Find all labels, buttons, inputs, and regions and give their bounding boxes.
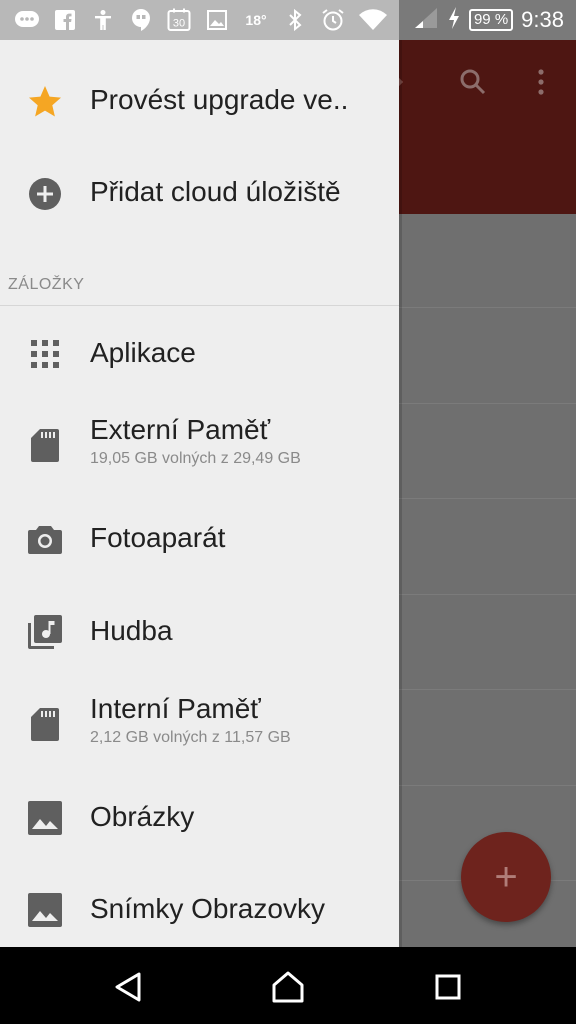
bookmark-label: Obrázky <box>90 801 195 832</box>
system-navigation-bar <box>0 947 576 1024</box>
recents-square-icon <box>435 974 461 1000</box>
bookmark-camera[interactable]: Fotoaparát <box>0 509 399 569</box>
music-library-icon <box>26 613 64 651</box>
add-cloud-storage-label: Přidat cloud úložiště <box>90 176 341 207</box>
bookmark-external-storage[interactable]: Externí Paměť 19,05 GB volných z 29,49 G… <box>0 406 399 486</box>
apps-grid-icon <box>26 335 64 373</box>
navigation-drawer: Provést upgrade ve.. Přidat cloud úložiš… <box>0 40 399 947</box>
bookmark-music[interactable]: Hudba <box>0 602 399 662</box>
list-divider <box>399 689 576 690</box>
bookmarks-section-title: ZÁLOŽKY <box>8 276 85 293</box>
background-app: + <box>391 40 576 947</box>
bluetooth-icon <box>282 7 308 33</box>
bookmark-label: Fotoaparát <box>90 522 226 553</box>
wifi-icon <box>358 7 388 33</box>
search-icon[interactable] <box>457 66 489 98</box>
bookmark-label: Externí Paměť <box>90 414 271 445</box>
image-icon <box>26 891 64 929</box>
messenger-icon <box>14 7 40 33</box>
calendar-icon: 30 <box>166 7 192 33</box>
sd-card-icon <box>26 426 64 464</box>
home-button[interactable] <box>268 967 308 1007</box>
add-cloud-storage-item[interactable]: Přidat cloud úložiště <box>0 164 399 224</box>
image-icon <box>204 7 230 33</box>
weather-icon: 18° <box>245 12 267 28</box>
list-divider <box>399 785 576 786</box>
bookmark-label: Snímky Obrazovky <box>90 893 325 924</box>
status-bar: 30 18° 99 % 9:38 <box>0 0 576 40</box>
add-fab-button[interactable]: + <box>461 832 551 922</box>
recents-button[interactable] <box>428 967 468 1007</box>
more-vert-icon[interactable] <box>525 66 557 98</box>
sd-card-icon <box>26 705 64 743</box>
storage-info: 2,12 GB volných z 11,57 GB <box>90 729 291 746</box>
bookmark-label: Hudba <box>90 615 173 646</box>
bookmark-apps[interactable]: Aplikace <box>0 324 399 384</box>
signal-icon <box>413 6 439 35</box>
list-divider <box>399 403 576 404</box>
facebook-icon <box>52 7 78 33</box>
list-divider <box>399 498 576 499</box>
add-circle-icon <box>26 175 64 213</box>
home-icon <box>272 971 304 1003</box>
list-divider <box>399 307 576 308</box>
bookmark-screenshots[interactable]: Snímky Obrazovky <box>0 880 399 940</box>
upgrade-item[interactable]: Provést upgrade ve.. <box>0 72 399 132</box>
bookmark-label: Aplikace <box>90 337 196 368</box>
hangouts-icon <box>128 7 154 33</box>
list-divider <box>399 594 576 595</box>
star-icon <box>26 83 64 121</box>
section-divider <box>0 305 399 306</box>
image-icon <box>26 799 64 837</box>
back-button[interactable] <box>108 967 148 1007</box>
back-triangle-icon <box>115 972 141 1002</box>
alarm-icon <box>320 7 346 33</box>
app-toolbar <box>391 40 576 214</box>
plus-icon: + <box>494 855 518 899</box>
camera-icon <box>26 520 64 558</box>
storage-info: 19,05 GB volných z 29,49 GB <box>90 450 301 467</box>
bookmark-label: Interní Paměť <box>90 693 261 724</box>
battery-indicator: 99 % <box>468 9 514 31</box>
bookmark-internal-storage[interactable]: Interní Paměť 2,12 GB volných z 11,57 GB <box>0 685 399 765</box>
upgrade-label: Provést upgrade ve.. <box>90 84 349 115</box>
accessibility-icon <box>90 7 116 33</box>
clock: 9:38 <box>521 7 564 32</box>
bookmark-pictures[interactable]: Obrázky <box>0 788 399 848</box>
charging-icon <box>447 6 461 35</box>
svg-text:30: 30 <box>173 18 185 30</box>
